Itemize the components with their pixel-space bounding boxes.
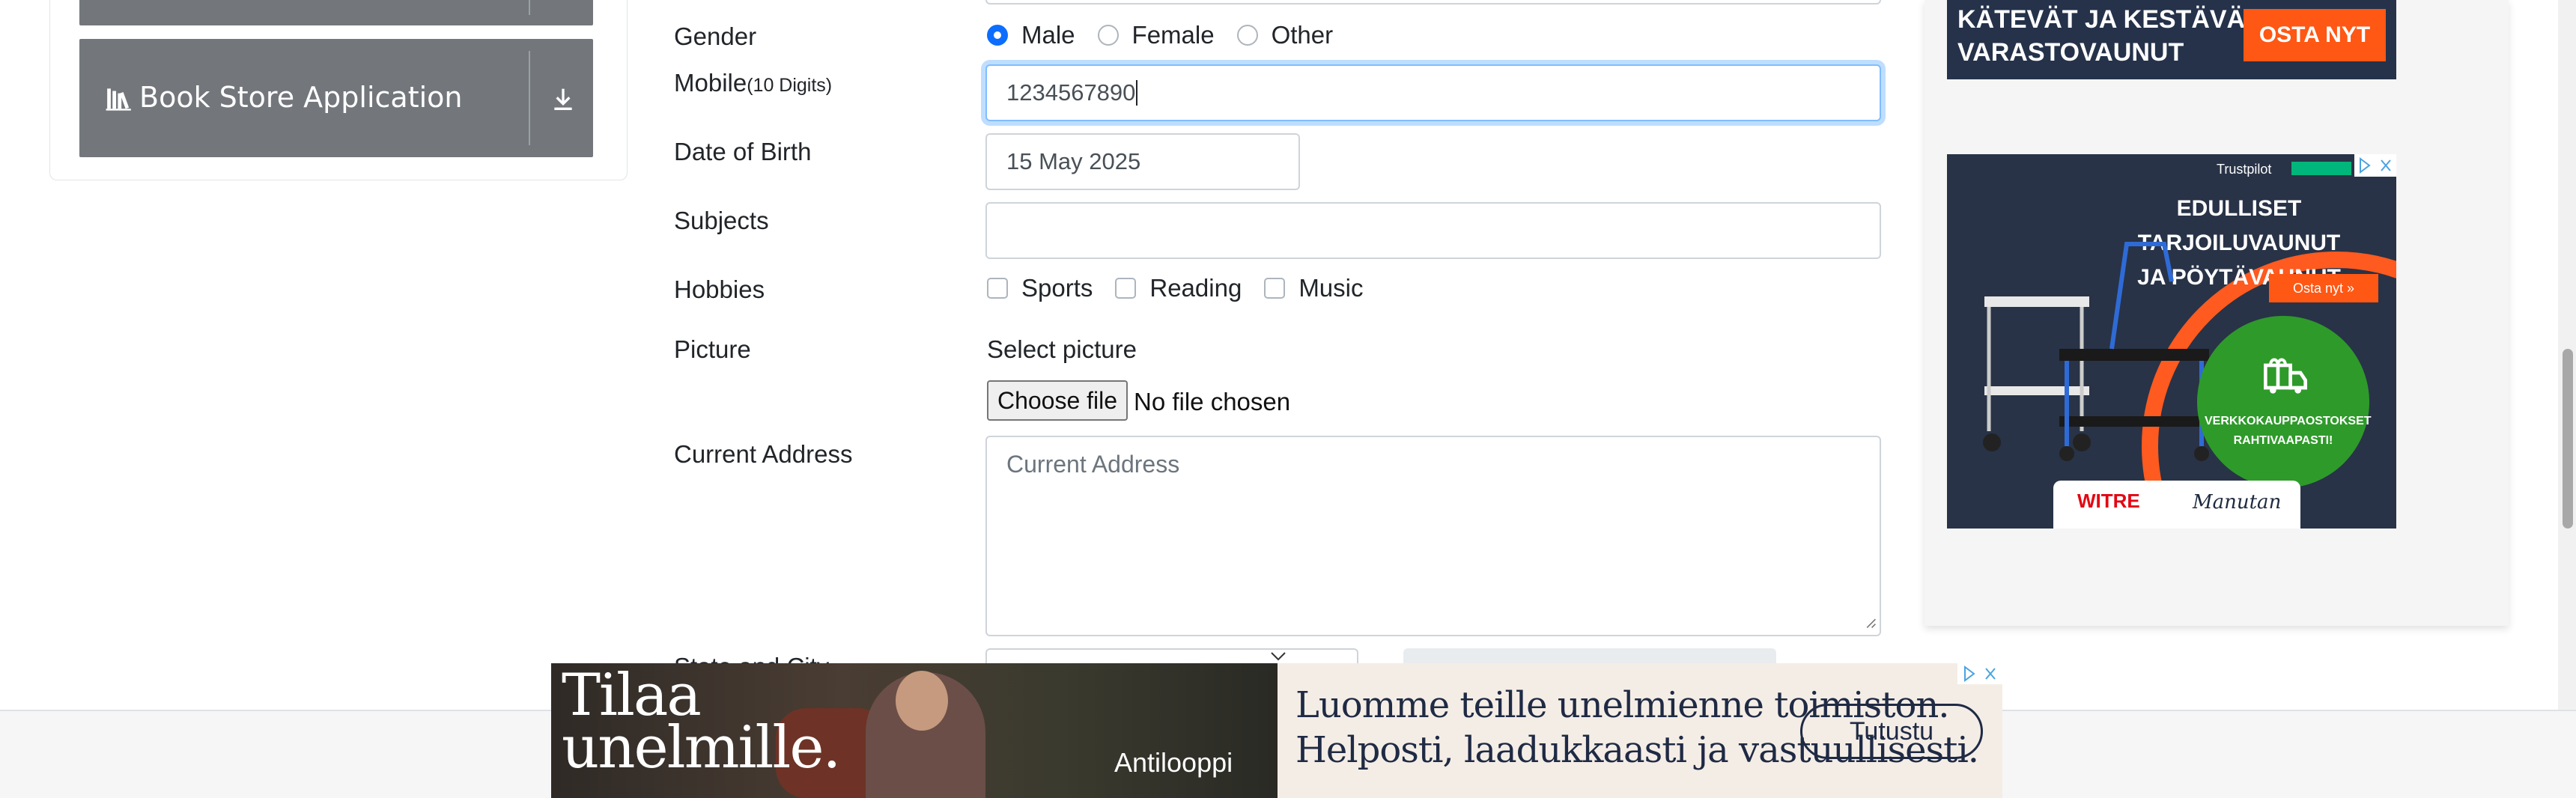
hobby-checkbox-sports[interactable]	[987, 278, 1008, 299]
bottom-banner-ad[interactable]: Tilaa unelmille. Antilooppi Luomme teill…	[551, 663, 2002, 798]
gender-option-label[interactable]: Other	[1272, 21, 1334, 49]
previous-input-edge	[985, 0, 1881, 4]
trustpilot-label: Trustpilot	[2217, 162, 2272, 177]
gender-radio-male[interactable]	[987, 25, 1008, 46]
badge-line1: VERKKOKAUPPAOSTOKSET	[2205, 415, 2372, 427]
close-icon[interactable]	[1957, 663, 2002, 684]
sidebar-group-label: Book Store Application	[139, 81, 463, 114]
hobby-option-label[interactable]: Music	[1298, 274, 1363, 302]
top-ad-line1: KÄTEVÄT JA KESTÄVÄT	[1957, 5, 2261, 34]
scrollbar-thumb[interactable]	[2563, 349, 2573, 529]
current-address-placeholder: Current Address	[1006, 451, 1180, 478]
hobby-option-label[interactable]: Reading	[1149, 274, 1242, 302]
mobile-hint: (10 Digits)	[747, 75, 833, 96]
hobbies-checkbox-group: Sports Reading Music	[987, 274, 1386, 302]
ad-choices-close-icon[interactable]	[1957, 663, 2002, 684]
dob-input-value: 15 May 2025	[1006, 148, 1141, 174]
close-icon[interactable]	[2354, 154, 2396, 177]
hobby-checkbox-music[interactable]	[1264, 278, 1286, 299]
ad-choices-close-icon[interactable]	[2354, 154, 2396, 177]
gender-radio-female[interactable]	[1097, 25, 1119, 46]
select-picture-label: Select picture	[987, 335, 1137, 363]
banner-big-text: Tilaa unelmille.	[562, 666, 841, 782]
chevron-down-icon	[1271, 652, 1286, 661]
sidebar-group-book-store[interactable]: Book Store Application	[79, 39, 593, 157]
subjects-input[interactable]	[985, 202, 1881, 259]
brand-logos: WITRE Manutan	[2053, 481, 2300, 529]
gift-truck-icon	[2264, 358, 2307, 394]
banner-person-head	[896, 671, 948, 731]
mobile-input[interactable]: 1234567890	[985, 64, 1881, 121]
side-ad[interactable]: Trustpilot EDULLISET TARJOILUVAUNUT JA P…	[1947, 154, 2396, 529]
manutan-logo: Manutan	[2193, 491, 2282, 514]
serving-cart-image	[1983, 242, 2209, 461]
witre-logo: WITRE	[2077, 490, 2140, 512]
gender-radio-group: Male Female Other	[987, 21, 1355, 49]
gender-label: Gender	[674, 22, 757, 50]
sidebar-group-collapsed[interactable]	[79, 0, 593, 25]
tutustu-button[interactable]: Tutustu	[1800, 704, 1983, 759]
hobby-checkbox-reading[interactable]	[1115, 278, 1137, 299]
dob-label: Date of Birth	[674, 138, 812, 165]
gender-radio-other[interactable]	[1236, 25, 1258, 46]
mobile-label: Mobile(10 Digits)	[674, 69, 832, 97]
resize-grip-icon[interactable]	[1865, 617, 1877, 629]
choose-file-button[interactable]: Choose file	[987, 380, 1128, 421]
top-ad-text: KÄTEVÄT JA KESTÄVÄT VARASTOVAUNUT	[1957, 3, 2261, 69]
hobby-option-label[interactable]: Sports	[1021, 274, 1093, 302]
badge-line2: RAHTIVAAPASTI!	[2233, 434, 2333, 447]
top-ad-cta-button[interactable]: OSTA NYT	[2244, 9, 2386, 61]
badge-text: VERKKOKAUPPAOSTOKSET RAHTIVAAPASTI!	[2205, 412, 2372, 451]
subjects-label: Subjects	[674, 207, 769, 234]
current-address-label: Current Address	[674, 440, 853, 468]
divider	[529, 51, 530, 145]
gender-option-label[interactable]: Female	[1132, 21, 1215, 49]
download-icon[interactable]	[548, 84, 578, 114]
dob-input[interactable]: 15 May 2025	[985, 133, 1300, 190]
top-ad-line2: VARASTOVAUNUT	[1957, 38, 2184, 67]
side-ad-cta-button[interactable]: Osta nyt »	[2269, 274, 2378, 302]
trustpilot-stars-icon	[2291, 162, 2351, 175]
banner-big-line2: unelmille.	[562, 714, 841, 782]
divider	[529, 0, 530, 15]
hobbies-label: Hobbies	[674, 275, 765, 303]
mobile-label-text: Mobile	[674, 69, 747, 97]
picture-label: Picture	[674, 335, 751, 363]
free-shipping-badge: VERKKOKAUPPAOSTOKSET RAHTIVAAPASTI!	[2197, 316, 2372, 488]
gender-option-label[interactable]: Male	[1021, 21, 1075, 49]
top-ad[interactable]: KÄTEVÄT JA KESTÄVÄT VARASTOVAUNUT OSTA N…	[1947, 0, 2396, 79]
text-cursor	[1136, 80, 1138, 106]
antilooppi-logo: Antilooppi	[1114, 747, 1233, 778]
file-status-text: No file chosen	[1134, 388, 1291, 415]
mobile-input-value: 1234567890	[1006, 79, 1136, 106]
books-icon	[106, 88, 131, 111]
